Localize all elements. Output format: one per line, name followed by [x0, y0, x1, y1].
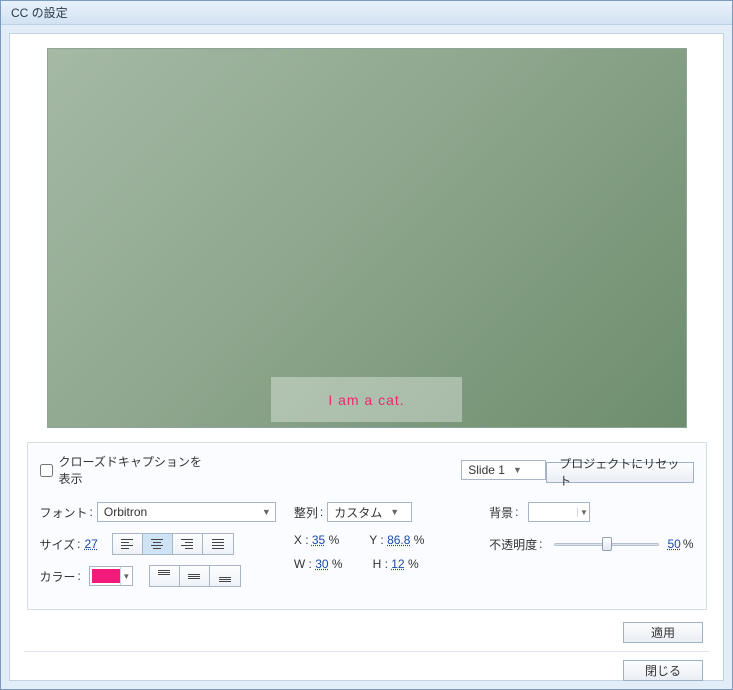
align-right-icon: [181, 539, 193, 549]
font-value: Orbitron: [104, 505, 147, 519]
chevron-down-icon: ▼: [262, 507, 271, 517]
window-title: CC の設定: [11, 6, 68, 20]
caption-preview: I am a cat.: [47, 48, 687, 428]
dialog-window: CC の設定 I am a cat. クローズドキャプションを表示 Slide …: [0, 0, 733, 690]
valign-bottom-icon: [219, 570, 231, 582]
align-mode-value: カスタム: [334, 504, 382, 521]
color-label: カラー: [40, 568, 76, 585]
chevron-down-icon: ▼: [120, 567, 132, 585]
chevron-down-icon: ▼: [513, 465, 522, 475]
align-center-button[interactable]: [143, 534, 173, 554]
align-left-button[interactable]: [113, 534, 143, 554]
h-value[interactable]: 12: [391, 557, 404, 571]
client-area: I am a cat. クローズドキャプションを表示 Slide 1 ▼ プロ: [9, 33, 724, 681]
apply-button[interactable]: 適用: [623, 622, 703, 643]
show-cc-label: クローズドキャプションを表示: [59, 453, 214, 487]
close-button[interactable]: 閉じる: [623, 660, 703, 681]
slider-thumb[interactable]: [602, 537, 612, 551]
w-field: W : 30 %: [294, 557, 343, 571]
caption-box[interactable]: I am a cat.: [271, 377, 462, 422]
y-value[interactable]: 86.8: [387, 533, 410, 547]
align-right-button[interactable]: [173, 534, 203, 554]
h-field: H : 12 %: [373, 557, 419, 571]
size-value[interactable]: 27: [84, 537, 97, 551]
chevron-down-icon: ▼: [390, 507, 399, 517]
show-cc-checkbox[interactable]: クローズドキャプションを表示: [40, 453, 214, 487]
valign-top-icon: [158, 570, 170, 582]
opacity-value[interactable]: 50: [667, 537, 680, 551]
bg-color-picker[interactable]: ▼: [528, 502, 590, 522]
opacity-slider[interactable]: [554, 535, 659, 553]
size-label: サイズ: [40, 536, 76, 553]
align-mode-selector[interactable]: カスタム ▼: [327, 502, 412, 522]
slide-selector-value: Slide 1: [468, 463, 505, 477]
font-selector[interactable]: Orbitron ▼: [97, 502, 276, 522]
align-left-icon: [121, 539, 133, 549]
font-label: フォント: [40, 504, 88, 521]
vertical-align-group: [149, 565, 241, 587]
show-cc-input[interactable]: [40, 464, 53, 477]
reset-to-project-button[interactable]: プロジェクトにリセット: [546, 462, 693, 483]
color-swatch-icon: [92, 569, 120, 583]
slide-selector[interactable]: Slide 1 ▼: [461, 460, 546, 480]
w-value[interactable]: 30: [315, 557, 328, 571]
text-align-group: [112, 533, 234, 555]
x-field: X : 35 %: [294, 533, 339, 547]
settings-panel: クローズドキャプションを表示 Slide 1 ▼ プロジェクトにリセット: [27, 442, 707, 610]
valign-middle-icon: [188, 570, 200, 582]
chevron-down-icon: ▼: [577, 508, 589, 517]
x-value[interactable]: 35: [312, 533, 325, 547]
text-color-picker[interactable]: ▼: [89, 566, 133, 586]
opacity-label: 不透明度: [489, 536, 537, 553]
valign-top-button[interactable]: [150, 566, 180, 586]
align-label: 整列: [294, 504, 318, 521]
valign-middle-button[interactable]: [180, 566, 210, 586]
align-justify-button[interactable]: [203, 534, 233, 554]
bg-label: 背景: [489, 504, 513, 521]
align-justify-icon: [212, 539, 224, 549]
caption-text: I am a cat.: [328, 392, 404, 408]
align-center-icon: [151, 539, 163, 549]
title-bar: CC の設定: [1, 1, 732, 25]
valign-bottom-button[interactable]: [210, 566, 240, 586]
y-field: Y : 86.8 %: [369, 533, 424, 547]
